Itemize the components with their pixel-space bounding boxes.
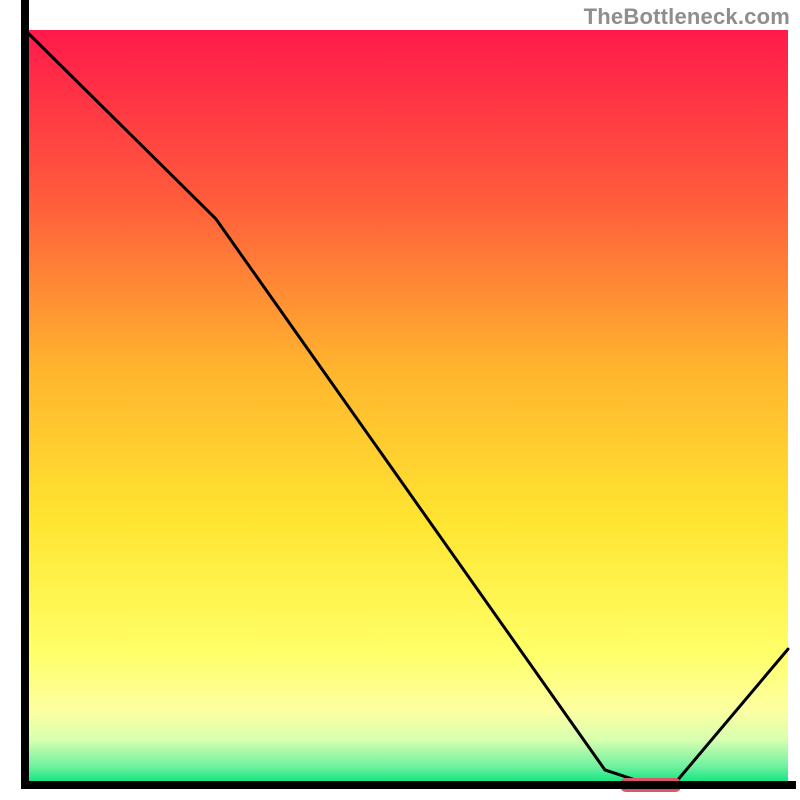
bottleneck-chart <box>0 0 800 800</box>
watermark-text: TheBottleneck.com <box>584 4 790 30</box>
chart-container: TheBottleneck.com <box>0 0 800 800</box>
